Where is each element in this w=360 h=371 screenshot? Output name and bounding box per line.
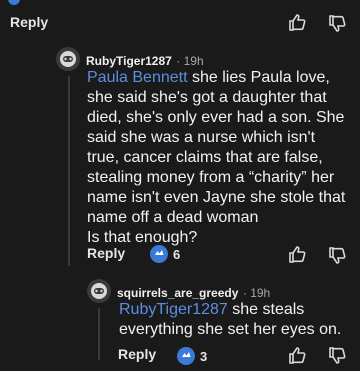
reply-button[interactable]: Reply [10, 14, 48, 30]
thumbs-up-icon[interactable] [287, 345, 307, 370]
comment-body: Paula Bennett she lies Paula love, she s… [87, 68, 349, 248]
thread-line [98, 308, 100, 360]
comment-body: RubyTiger1287 she steals everything she … [119, 300, 344, 340]
comment-time: · 19h [242, 286, 271, 300]
reaction-icon [150, 245, 168, 263]
reply-button[interactable]: Reply [87, 245, 125, 261]
user-mention[interactable]: RubyTiger1287 [119, 301, 228, 318]
comment-username[interactable]: RubyTiger1287 [86, 54, 172, 68]
top-reaction-partial [6, 0, 46, 5]
reaction-summary[interactable]: 3 [176, 346, 207, 366]
comment-username[interactable]: squirrels_are_greedy [117, 286, 238, 300]
thumbs-down-icon[interactable] [327, 346, 347, 371]
thread-line [68, 76, 70, 266]
comment-time: · 19h [176, 54, 204, 68]
comment-text: she lies Paula love, she said she's got … [87, 69, 346, 246]
avatar[interactable] [87, 279, 111, 303]
thumbs-up-icon[interactable] [287, 12, 307, 37]
thumbs-down-icon[interactable] [327, 246, 347, 271]
reaction-summary[interactable]: 6 [149, 244, 180, 264]
avatar[interactable] [56, 47, 80, 71]
thumbs-up-icon[interactable] [287, 244, 307, 269]
reaction-count: 3 [200, 348, 208, 364]
reaction-icon [177, 347, 195, 365]
user-mention[interactable]: Paula Bennett [87, 69, 188, 86]
reaction-count: 6 [173, 246, 181, 262]
thumbs-down-icon[interactable] [327, 14, 347, 39]
avatar-icon [60, 51, 76, 67]
avatar-icon [91, 283, 107, 299]
